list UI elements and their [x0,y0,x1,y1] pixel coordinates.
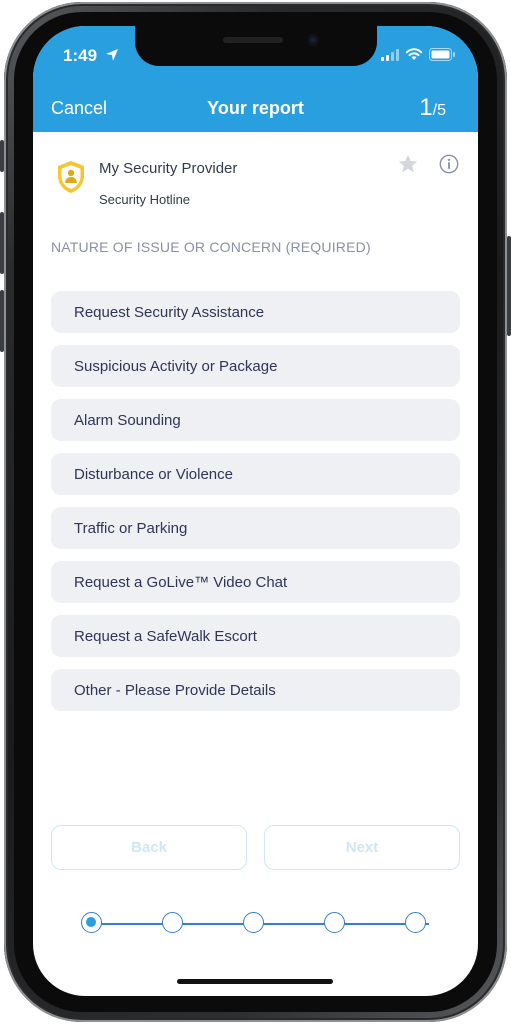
option-alarm-sounding[interactable]: Alarm Sounding [51,399,460,441]
issue-options-list: Request Security Assistance Suspicious A… [51,291,460,723]
provider-name: My Security Provider [99,160,238,177]
back-button[interactable]: Back [51,825,247,870]
signal-icon [381,48,399,61]
step-current: 1 [419,94,433,121]
option-other-details[interactable]: Other - Please Provide Details [51,669,460,711]
progress-step-2 [162,912,183,933]
location-arrow-icon [106,49,118,61]
camera [307,34,319,46]
speaker [223,37,283,43]
option-request-security-assistance[interactable]: Request Security Assistance [51,291,460,333]
next-button[interactable]: Next [264,825,460,870]
volume-down-button [0,290,4,352]
page-title: Your report [207,98,304,118]
option-suspicious-activity[interactable]: Suspicious Activity or Package [51,345,460,387]
progress-step-3 [243,912,264,933]
silent-switch [0,140,4,172]
progress-step-4 [324,912,345,933]
volume-up-button [0,212,4,274]
provider-subtitle: Security Hotline [99,192,191,207]
screen: 1:49 Cancel Your report 1/5 My Security … [33,26,478,996]
section-heading: NATURE OF ISSUE OR CONCERN (REQUIRED) [51,239,371,255]
wifi-icon [405,48,423,60]
progress-step-1 [81,912,102,933]
notch [135,26,377,66]
option-golive-video-chat[interactable]: Request a GoLive™ Video Chat [51,561,460,603]
battery-icon [429,48,455,61]
star-icon[interactable] [397,153,419,175]
status-time: 1:49 [63,46,98,65]
progress-step-5 [405,912,426,933]
option-traffic-parking[interactable]: Traffic or Parking [51,507,460,549]
info-icon[interactable] [438,153,460,175]
status-icons [381,48,456,61]
step-counter: 1/5 [419,94,446,122]
progress-stepper [81,912,441,936]
shield-logo-icon [58,161,84,193]
option-disturbance-violence[interactable]: Disturbance or Violence [51,453,460,495]
home-indicator[interactable] [177,979,333,984]
option-safewalk-escort[interactable]: Request a SafeWalk Escort [51,615,460,657]
power-button [507,236,511,336]
step-total: /5 [432,102,446,119]
